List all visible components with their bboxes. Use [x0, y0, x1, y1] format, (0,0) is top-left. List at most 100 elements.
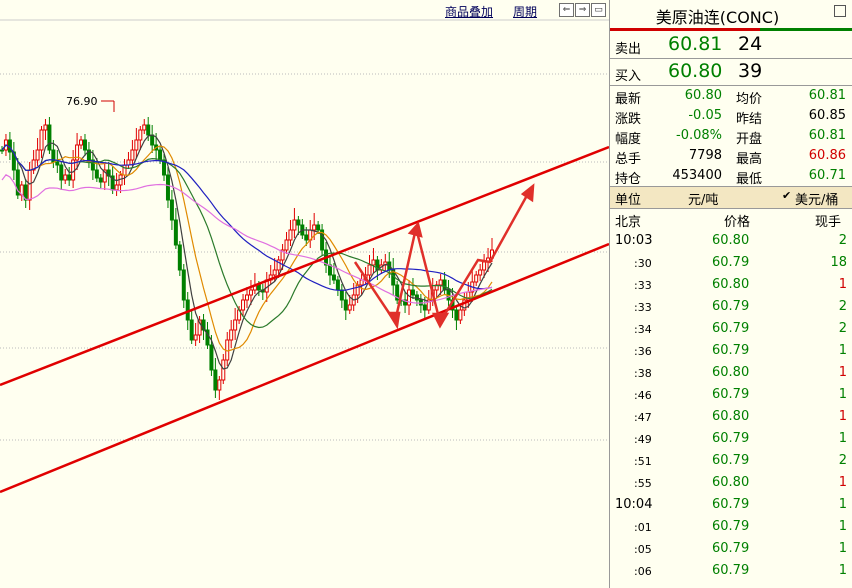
- sell-volume: 24: [738, 33, 763, 55]
- tick-price: 60.79: [712, 431, 750, 446]
- tick-volume: 2: [838, 233, 847, 248]
- buy-price: 60.80: [668, 60, 723, 82]
- panel-toggle-button[interactable]: [834, 5, 846, 17]
- tick-row[interactable]: :01 60.79 1: [610, 516, 852, 538]
- candle-body: [241, 299, 246, 311]
- tick-row[interactable]: :46 60.79 1: [610, 384, 852, 406]
- scroll-left-button[interactable]: ⇐: [559, 3, 574, 17]
- tick-row[interactable]: :33 60.79 2: [610, 296, 852, 318]
- tick-row[interactable]: :36 60.79 1: [610, 340, 852, 362]
- stat-label: 最低: [736, 172, 763, 187]
- candle-body: [296, 219, 301, 226]
- title-accent-bar-red: [610, 28, 760, 31]
- tick-row[interactable]: :55 60.80 1: [610, 472, 852, 494]
- candle-body: [327, 264, 332, 276]
- candle-body: [458, 309, 463, 321]
- tick-volume: 1: [838, 277, 847, 292]
- candle-body: [272, 269, 277, 276]
- stat-label: 均价: [736, 92, 763, 107]
- tick-price: 60.80: [712, 277, 750, 292]
- zigzag-arrow-2-mid: [431, 312, 450, 329]
- scroll-right-button[interactable]: ⇒: [575, 3, 590, 17]
- tick-row[interactable]: :47 60.80 1: [610, 406, 852, 428]
- kline-svg[interactable]: 76.90: [0, 0, 609, 588]
- tick-row[interactable]: :05 60.79 1: [610, 538, 852, 560]
- candle-body: [213, 369, 218, 391]
- candle-body: [189, 319, 194, 341]
- candle-body: [331, 274, 336, 281]
- channel-upper-line: [0, 145, 609, 387]
- candle-body: [359, 279, 364, 286]
- candle-body: [193, 334, 198, 341]
- candle-body: [67, 174, 72, 181]
- tick-volume: 1: [838, 519, 847, 534]
- stat-value: 60.81: [808, 128, 846, 143]
- stat-label: 最高: [736, 152, 763, 167]
- candle-body: [454, 309, 459, 321]
- period-link[interactable]: 周期: [513, 3, 537, 20]
- tick-time: :01: [634, 521, 652, 534]
- candle-body: [304, 234, 309, 241]
- candle-body: [82, 139, 87, 151]
- tick-row[interactable]: :30 60.79 18: [610, 252, 852, 274]
- candle-body: [173, 219, 178, 246]
- tick-time: :33: [634, 279, 652, 292]
- candle-body: [165, 174, 170, 201]
- candle-body: [256, 284, 261, 291]
- candle-body: [43, 124, 48, 131]
- tick-row[interactable]: :49 60.79 1: [610, 428, 852, 450]
- tick-volume: 1: [838, 387, 847, 402]
- candle-body: [438, 279, 443, 286]
- peak-label: 76.90: [66, 95, 98, 108]
- quote-title: 美原油连(CONC): [655, 8, 780, 27]
- stat-label: 开盘: [736, 132, 763, 147]
- candle-body: [292, 219, 297, 231]
- tick-volume: 2: [838, 299, 847, 314]
- stat-value: -0.05: [688, 108, 722, 123]
- candle-body: [146, 124, 151, 136]
- tick-volume: 1: [838, 475, 847, 490]
- tick-row[interactable]: :34 60.79 2: [610, 318, 852, 340]
- tick-price: 60.79: [712, 299, 750, 314]
- candle-body: [248, 289, 253, 296]
- tick-time: :51: [634, 455, 652, 468]
- tick-price: 60.79: [712, 563, 750, 578]
- tick-time: :55: [634, 477, 652, 490]
- candle-body: [221, 359, 226, 381]
- stat-label: 涨跌: [615, 112, 642, 127]
- tick-row[interactable]: :38 60.80 1: [610, 362, 852, 384]
- candle-body: [63, 174, 68, 181]
- candle-body: [371, 259, 376, 266]
- stat-label: 最新: [615, 92, 642, 107]
- candle-body: [316, 224, 321, 231]
- tick-volume: 1: [838, 497, 847, 512]
- unit-cny-option[interactable]: 元/吨: [688, 189, 718, 208]
- title-accent-bar-green: [760, 28, 852, 31]
- tick-volume: 18: [830, 255, 847, 270]
- tick-row[interactable]: 10:03 60.80 2: [610, 230, 852, 252]
- tick-price: 60.79: [712, 387, 750, 402]
- tick-volume: 1: [838, 409, 847, 424]
- tick-row[interactable]: :06 60.79 1: [610, 560, 852, 582]
- candle-body: [35, 149, 40, 161]
- tick-time: :46: [634, 389, 652, 402]
- tick-row[interactable]: 10:04 60.79 1: [610, 494, 852, 516]
- trend-channel: [0, 145, 609, 494]
- tick-time: :30: [634, 257, 652, 270]
- kline-chart[interactable]: 76.90 商品叠加 周期 ⇐ ⇒ ▭: [0, 0, 609, 588]
- window-toggle-button[interactable]: ▭: [591, 3, 606, 17]
- candle-body: [39, 129, 44, 151]
- candle-body: [229, 329, 234, 341]
- overlay-link[interactable]: 商品叠加: [445, 3, 493, 20]
- stat-value: 60.71: [808, 168, 846, 183]
- tick-row[interactable]: :51 60.79 2: [610, 450, 852, 472]
- tick-time: :05: [634, 543, 652, 556]
- unit-bar: 单位 元/吨 ✔ 美元/桶: [610, 187, 852, 208]
- unit-usd-option[interactable]: 美元/桶: [795, 189, 838, 208]
- stat-value: 60.86: [808, 148, 846, 163]
- tick-time: :38: [634, 367, 652, 380]
- candle-body: [478, 269, 483, 276]
- stat-value: 60.85: [808, 108, 846, 123]
- tick-row[interactable]: :33 60.80 1: [610, 274, 852, 296]
- tick-time: :36: [634, 345, 652, 358]
